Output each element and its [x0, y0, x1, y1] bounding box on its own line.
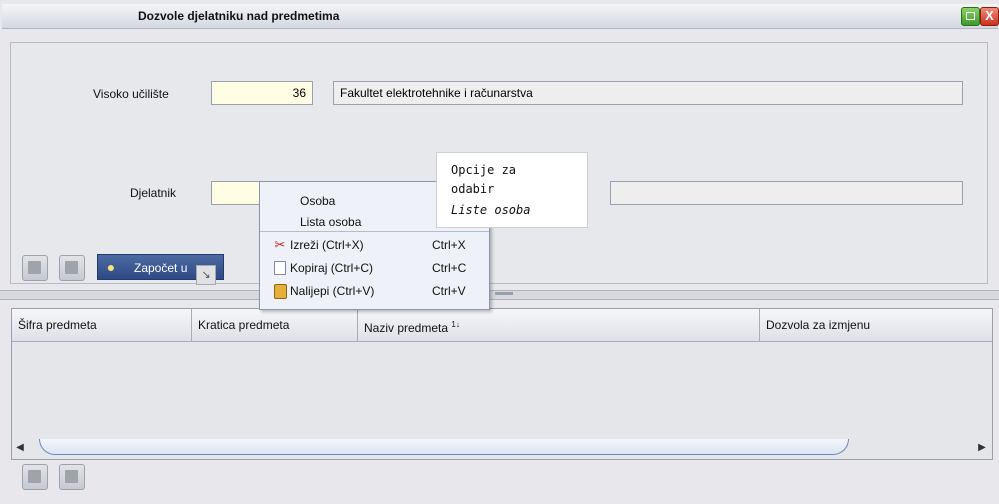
- employee-code-field[interactable]: [211, 181, 261, 205]
- list-button[interactable]: [59, 255, 85, 281]
- window-title: Dozvole djelatniku nad predmetima: [138, 9, 340, 23]
- menu-item-cut[interactable]: ✂ Izreži (Ctrl+X) Ctrl+X: [260, 235, 487, 255]
- bottom-button-1[interactable]: [22, 464, 48, 490]
- maximize-button[interactable]: [961, 7, 980, 26]
- menu-item-copy-shortcut: Ctrl+C: [432, 261, 467, 275]
- copy-icon: [274, 261, 286, 275]
- column-header-permission[interactable]: Dozvola za izmjenu: [760, 309, 992, 341]
- tooltip-line-1: Opcije za: [451, 163, 517, 177]
- subjects-table: Šifra predmeta Kratica predmeta Naziv pr…: [11, 308, 993, 460]
- menu-item-copy-label: Kopiraj (Ctrl+C): [290, 261, 374, 275]
- institution-code-field[interactable]: 36: [211, 81, 313, 105]
- tooltip-line-2: odabir: [451, 182, 495, 196]
- divider-grip-icon[interactable]: [495, 292, 513, 295]
- horizontal-scrollbar[interactable]: ◀ ▶: [12, 439, 992, 457]
- folder-icon: [28, 261, 41, 274]
- employee-label: Djelatnik: [130, 186, 177, 200]
- menu-item-cut-label: Izreži (Ctrl+X): [290, 238, 364, 252]
- close-button[interactable]: X: [980, 7, 999, 26]
- bottom-toolbar: [0, 460, 999, 504]
- sort-indicator-icon: 1↓: [451, 320, 460, 329]
- menu-item-paste[interactable]: Nalijepi (Ctrl+V) Ctrl+V: [260, 281, 487, 301]
- employee-name-field[interactable]: [610, 181, 963, 205]
- window-icon: [28, 470, 41, 483]
- menu-item-cut-shortcut: Ctrl+X: [432, 238, 466, 252]
- bottom-button-2[interactable]: [59, 464, 85, 490]
- menu-item-paste-label: Nalijepi (Ctrl+V): [290, 284, 375, 298]
- menu-item-copy[interactable]: Kopiraj (Ctrl+C) Ctrl+C: [260, 258, 487, 278]
- list-icon: [65, 261, 78, 274]
- tooltip-line-3: Liste osoba: [451, 203, 531, 217]
- scissors-icon: ✂: [274, 237, 286, 252]
- column-header-name[interactable]: Naziv predmeta 1↓: [358, 309, 760, 341]
- menu-item-paste-shortcut: Ctrl+V: [432, 284, 466, 298]
- column-header-name-label: Naziv predmeta: [364, 321, 449, 335]
- title-bar: Dozvole djelatniku nad predmetima X: [2, 4, 999, 29]
- table-header: Šifra predmeta Kratica predmeta Naziv pr…: [12, 309, 992, 342]
- menu-separator: [260, 231, 489, 232]
- institution-name-field[interactable]: Fakultet elektrotehnike i računarstva: [333, 81, 963, 105]
- menu-item-person-label: Osoba: [300, 194, 336, 208]
- scrollbar-thumb[interactable]: [39, 439, 849, 455]
- column-header-abbreviation[interactable]: Kratica predmeta: [192, 309, 358, 341]
- scroll-left-icon[interactable]: ◀: [14, 441, 26, 455]
- clipboard-icon: [274, 284, 287, 299]
- cursor-icon: ↘: [196, 265, 216, 285]
- column-header-code[interactable]: Šifra predmeta: [12, 309, 192, 341]
- scroll-right-icon[interactable]: ▶: [976, 441, 988, 455]
- lightbulb-icon: ●: [106, 259, 116, 275]
- main-window: Dozvole djelatniku nad predmetima X Viso…: [0, 0, 999, 504]
- tooltip: Opcije za odabir Liste osoba: [436, 152, 588, 228]
- institution-label: Visoko učilište: [93, 87, 169, 101]
- menu-item-person-list-label: Lista osoba: [300, 215, 362, 229]
- save-icon: [65, 470, 78, 483]
- start-button-label: Započet u: [134, 261, 188, 275]
- folder-button[interactable]: [22, 255, 48, 281]
